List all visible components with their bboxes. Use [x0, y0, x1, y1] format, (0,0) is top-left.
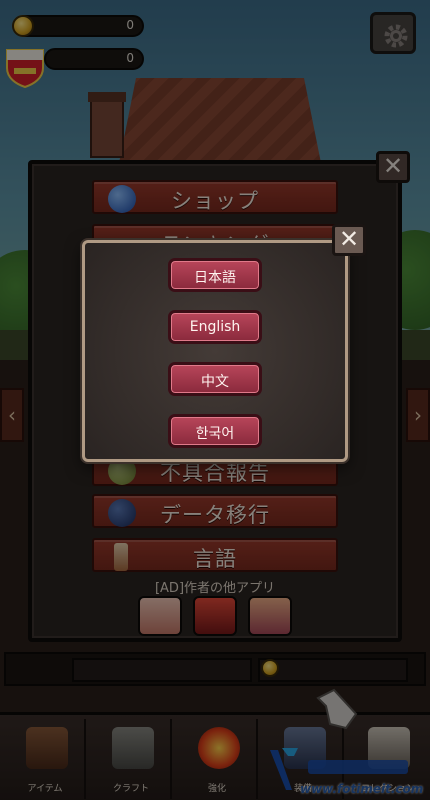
language-option-japanese[interactable]: 日本語	[168, 258, 262, 292]
language-option-english[interactable]: English	[168, 310, 262, 344]
language-option-chinese[interactable]: 中文	[168, 362, 262, 396]
language-option-label: English	[189, 319, 241, 335]
close-icon: ✕	[338, 225, 360, 253]
language-option-korean[interactable]: 한국어	[168, 414, 262, 448]
dialog-close-button[interactable]: ✕	[332, 224, 366, 256]
language-option-label: 中文	[201, 374, 229, 390]
language-option-label: 한국어	[195, 426, 235, 442]
language-option-label: 日本語	[194, 270, 236, 286]
